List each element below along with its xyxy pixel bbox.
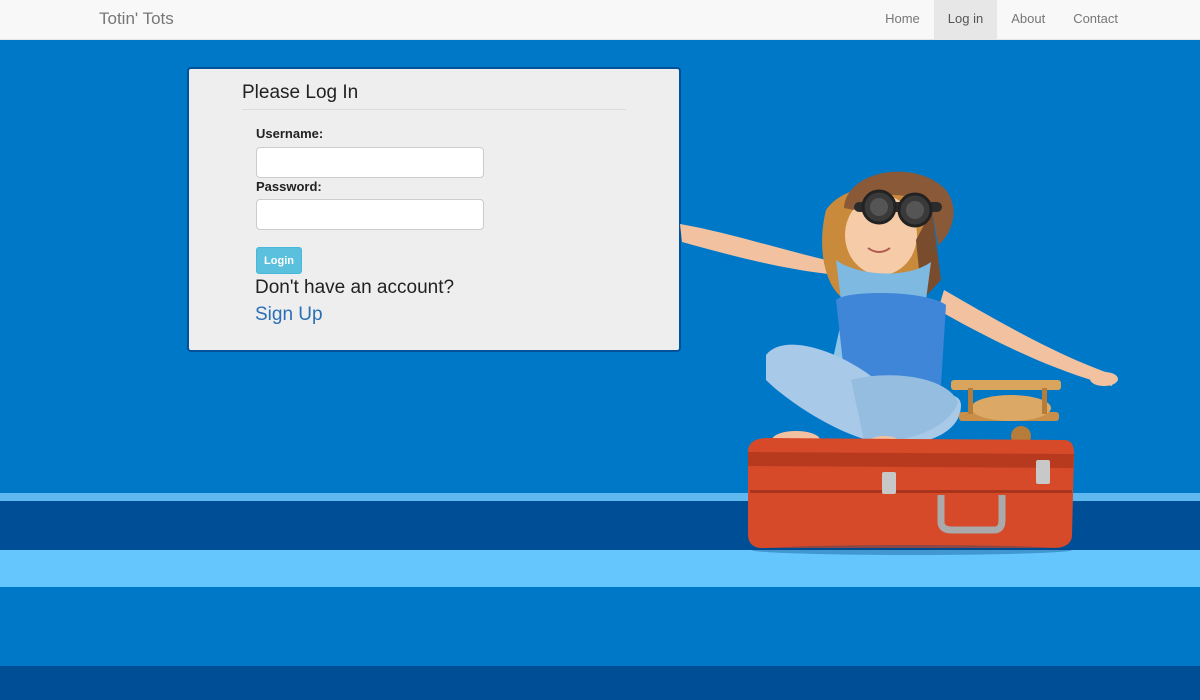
password-label: Password: xyxy=(256,179,322,194)
username-input[interactable] xyxy=(256,147,484,178)
username-label: Username: xyxy=(256,126,324,141)
password-input[interactable] xyxy=(256,199,484,230)
nav-item-about[interactable]: About xyxy=(997,0,1059,40)
brand-link[interactable]: Totin' Tots xyxy=(99,9,174,29)
nav-item-login[interactable]: Log in xyxy=(933,0,998,40)
top-navbar: Totin' Tots Home Log in About Contact xyxy=(0,0,1200,40)
login-title: Please Log In xyxy=(242,82,626,110)
no-account-text: Don't have an account? xyxy=(255,277,455,298)
nav-item-contact[interactable]: Contact xyxy=(1059,0,1132,40)
signup-link[interactable]: Sign Up xyxy=(255,304,323,326)
nav-menu: Home Log in About Contact xyxy=(871,0,1132,40)
background-stripe xyxy=(0,666,1200,700)
nav-item-home[interactable]: Home xyxy=(871,0,934,40)
login-button[interactable]: Login xyxy=(256,247,302,274)
login-panel: Please Log In Username: Password: Login … xyxy=(187,67,681,352)
background-stripe xyxy=(0,550,1200,587)
background-stripe xyxy=(0,587,1200,666)
child-aviator-on-suitcase-illustration xyxy=(680,171,1118,555)
